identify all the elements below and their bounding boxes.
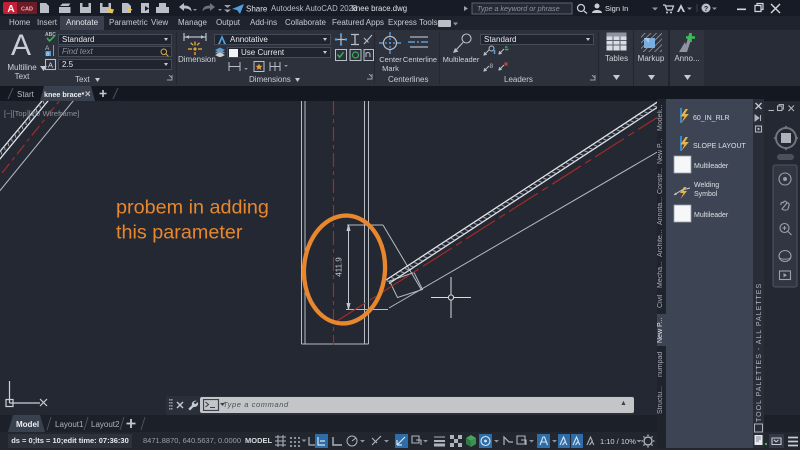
svg-text:8: 8	[490, 63, 494, 70]
svg-text:Share: Share	[246, 5, 268, 14]
svg-text:probem in adding: probem in adding	[116, 197, 269, 219]
svg-text:A: A	[48, 61, 53, 70]
svg-text:A: A	[7, 4, 14, 15]
svg-text:Autodesk AutoCAD 2023: Autodesk AutoCAD 2023	[271, 4, 357, 13]
svg-text:Welding: Welding	[694, 182, 719, 189]
svg-text:[−][Top][2D Wireframe]: [−][Top][2D Wireframe]	[4, 109, 79, 118]
svg-text:knee brace.dwg: knee brace.dwg	[352, 4, 407, 13]
svg-text:Start: Start	[17, 90, 35, 99]
svg-text:knee brace*: knee brace*	[44, 90, 85, 99]
svg-text:Symbol: Symbol	[694, 191, 718, 198]
svg-text:411.9: 411.9	[335, 257, 344, 277]
svg-text:Layout2: Layout2	[91, 420, 120, 429]
svg-text:this parameter: this parameter	[116, 222, 243, 244]
svg-text:Sign In: Sign In	[605, 4, 628, 13]
svg-text:Layout1: Layout1	[55, 420, 84, 429]
svg-text:CAD: CAD	[21, 7, 33, 13]
svg-text:B: B	[46, 52, 49, 57]
svg-text:?: ?	[704, 6, 708, 13]
svg-text:60_IN_RLR: 60_IN_RLR	[693, 115, 730, 122]
svg-text:Model: Model	[16, 420, 39, 429]
svg-text:TOOL PALETTES - ALL PALETTES: TOOL PALETTES - ALL PALETTES	[756, 283, 763, 422]
svg-text:Type a keyword or phrase: Type a keyword or phrase	[477, 4, 560, 13]
svg-text:ABC: ABC	[45, 32, 56, 38]
svg-text:Multileader: Multileader	[694, 212, 729, 219]
svg-text:SLOPE LAYOUT: SLOPE LAYOUT	[693, 143, 747, 150]
svg-text:Multileader: Multileader	[694, 163, 729, 170]
svg-text:1:10 / 10%: 1:10 / 10%	[600, 437, 636, 446]
